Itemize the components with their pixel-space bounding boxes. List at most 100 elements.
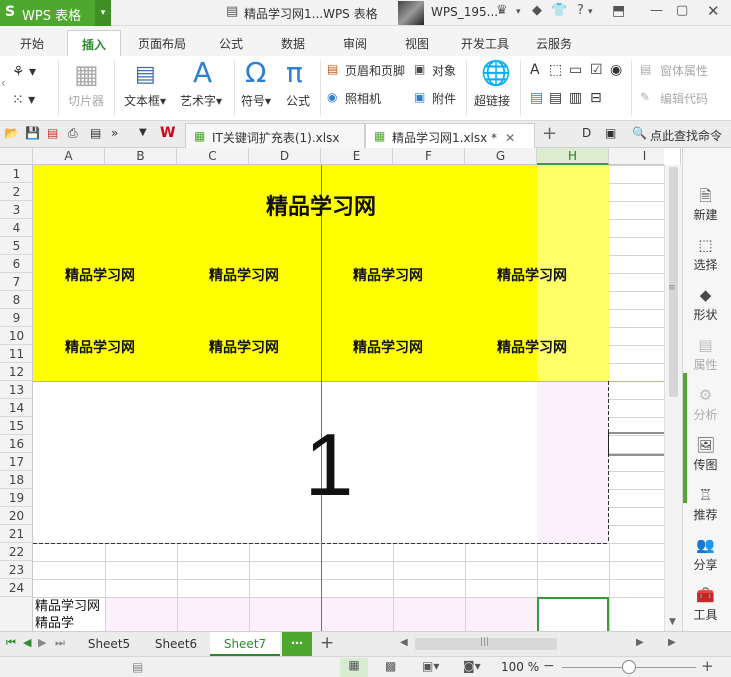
row-header[interactable]: 8 <box>0 291 32 309</box>
zoom-level[interactable]: 100 % <box>501 660 539 674</box>
export-pdf-icon[interactable]: ▤ <box>47 126 58 140</box>
sheet-tab-active[interactable]: Sheet7 <box>210 632 280 656</box>
help-dropdown-icon[interactable]: ▾ <box>588 7 593 17</box>
select-all-corner[interactable] <box>0 148 33 165</box>
worksheet-grid[interactable]: 精品学习网 精品学习网 精品学习网 精品学习网 精品学习网 精品学习网 精品学习… <box>33 165 664 631</box>
object-button[interactable]: 对象 <box>432 62 456 79</box>
row-header[interactable]: 4 <box>0 219 32 237</box>
minimize-icon[interactable]: — <box>650 3 663 18</box>
label-control-icon[interactable]: A <box>530 62 540 78</box>
open-folder-icon[interactable]: 📂 <box>4 126 19 140</box>
search-command-input[interactable]: 点此查找命令 <box>650 127 722 144</box>
quick-toolbar-dropdown-icon[interactable]: ▼ <box>139 127 147 138</box>
column-header[interactable]: E <box>321 148 393 165</box>
side-panel-properties[interactable]: ▤ 属性 <box>683 336 728 373</box>
button-control-icon[interactable]: ▭ <box>569 62 582 78</box>
save-icon[interactable]: 💾 <box>25 126 40 140</box>
row-header[interactable]: 7 <box>0 273 32 291</box>
side-panel-share[interactable]: 👥 分享 <box>683 536 728 573</box>
help-icon[interactable]: ? <box>577 3 584 18</box>
checkbox-control-icon[interactable]: ☑ <box>590 62 603 78</box>
wps-home-icon[interactable]: W <box>160 125 175 141</box>
attachment-button[interactable]: 附件 <box>432 90 456 107</box>
more-sheets-button[interactable]: ⋯ <box>282 632 312 656</box>
doc-tab-active[interactable]: ▦ 精品学习网1.xlsx * ✕ <box>365 123 535 148</box>
skin-icon[interactable]: ◆ <box>532 3 542 18</box>
close-icon[interactable]: ✕ <box>707 2 720 20</box>
row-header[interactable]: 22 <box>0 543 32 561</box>
formula-button[interactable]: 公式 <box>286 92 310 109</box>
side-panel-new-doc[interactable]: 🗎 新建 <box>683 186 728 223</box>
side-panel-select[interactable]: ⬚ 选择 <box>683 236 728 273</box>
shirt-icon[interactable]: 👕 <box>551 3 567 18</box>
row-header-partial[interactable] <box>0 597 32 631</box>
prev-sheet-icon[interactable]: ◀ <box>23 636 31 649</box>
wordart-button[interactable]: 艺术字▾ <box>180 92 222 109</box>
tab-developer[interactable]: 开发工具 <box>461 35 509 52</box>
combobox-control-icon[interactable]: ▤ <box>549 90 562 106</box>
zoom-in-icon[interactable]: + <box>701 657 714 675</box>
macro-record-icon[interactable]: ▤ <box>132 660 143 674</box>
chart-type-icon[interactable]: ⚘ ▾ <box>12 64 36 80</box>
row-header[interactable]: 6 <box>0 255 32 273</box>
page-layout-view-icon[interactable]: ▣▾ <box>422 659 439 673</box>
cell-a25[interactable]: 精品学习网精品学 <box>35 598 103 631</box>
sheet-tab[interactable]: Sheet5 <box>76 632 142 656</box>
normal-view-icon[interactable]: ▦ <box>340 658 368 677</box>
symbol-button[interactable]: 符号▾ <box>241 92 271 109</box>
scroll-down-icon[interactable]: ▼ <box>669 617 676 627</box>
spinner-control-icon[interactable]: ⊟ <box>590 90 602 106</box>
column-header[interactable]: G <box>465 148 537 165</box>
row-header[interactable]: 12 <box>0 363 32 381</box>
form-properties-button[interactable]: 窗体属性 <box>660 62 708 79</box>
tab-cloud[interactable]: 云服务 <box>536 35 572 52</box>
first-sheet-icon[interactable]: ⏮ <box>6 636 16 650</box>
page-break-view-icon[interactable]: ▩ <box>385 659 396 673</box>
hscroll-right-end-icon[interactable]: ▶ <box>668 637 676 648</box>
app-menu-button[interactable]: S WPS 表格 ▾ <box>0 0 111 26</box>
eye-protection-icon[interactable]: ◙▾ <box>463 659 481 673</box>
row-header[interactable]: 23 <box>0 561 32 579</box>
print-icon[interactable]: ⎙ <box>68 126 78 141</box>
side-panel-shape[interactable]: ◆ 形状 <box>683 286 728 323</box>
tab-view[interactable]: 视图 <box>405 35 429 52</box>
sheet-tab[interactable]: Sheet6 <box>143 632 209 656</box>
tab-formulas[interactable]: 公式 <box>219 35 243 52</box>
slicer-button[interactable]: 切片器 <box>68 92 104 109</box>
restore-window-icon[interactable]: ⬒ <box>612 3 625 19</box>
ribbon-scroll-left-icon[interactable]: ‹ <box>1 76 6 90</box>
header-footer-button[interactable]: 页眉和页脚 <box>345 62 405 79</box>
column-header[interactable]: C <box>177 148 249 165</box>
tab-home[interactable]: 开始 <box>20 35 44 52</box>
row-header[interactable]: 21 <box>0 525 32 543</box>
row-header[interactable]: 5 <box>0 237 32 255</box>
tab-review[interactable]: 审阅 <box>343 35 367 52</box>
edit-code-button[interactable]: 编辑代码 <box>660 90 708 107</box>
side-panel-upload-image[interactable]: 🖼 传图 <box>683 436 728 473</box>
row-header[interactable]: 18 <box>0 471 32 489</box>
new-tab-icon[interactable]: + <box>542 123 557 144</box>
user-dropdown-icon[interactable]: ▾ <box>516 7 521 17</box>
row-header[interactable]: 3 <box>0 201 32 219</box>
doc-window-icon[interactable]: ▣ <box>605 126 616 140</box>
user-name[interactable]: WPS_195... <box>431 5 498 19</box>
column-header[interactable]: F <box>393 148 465 165</box>
side-panel-recommend[interactable]: ♖ 推荐 <box>683 486 728 523</box>
maximize-icon[interactable]: ▢ <box>676 3 688 18</box>
groupbox-control-icon[interactable]: ⬚ <box>549 62 562 78</box>
row-header[interactable]: 10 <box>0 327 32 345</box>
doc-tab-keywords[interactable]: ▦ IT关键词扩充表(1).xlsx *✕ <box>185 123 365 160</box>
row-header[interactable]: 16 <box>0 435 32 453</box>
radio-control-icon[interactable]: ◉ <box>610 62 622 78</box>
row-header[interactable]: 24 <box>0 579 32 597</box>
row-header[interactable]: 17 <box>0 453 32 471</box>
row-header[interactable]: 1 <box>0 165 32 183</box>
close-tab-icon[interactable]: ✕ <box>505 131 515 145</box>
tab-page-layout[interactable]: 页面布局 <box>138 35 186 52</box>
add-sheet-icon[interactable]: + <box>320 633 334 653</box>
tab-data[interactable]: 数据 <box>281 35 305 52</box>
app-menu-dropdown-icon[interactable]: ▾ <box>95 0 111 26</box>
textbox-button[interactable]: 文本框▾ <box>124 92 166 109</box>
vip-crown-icon[interactable]: ♛ <box>496 3 508 18</box>
row-header[interactable]: 19 <box>0 489 32 507</box>
